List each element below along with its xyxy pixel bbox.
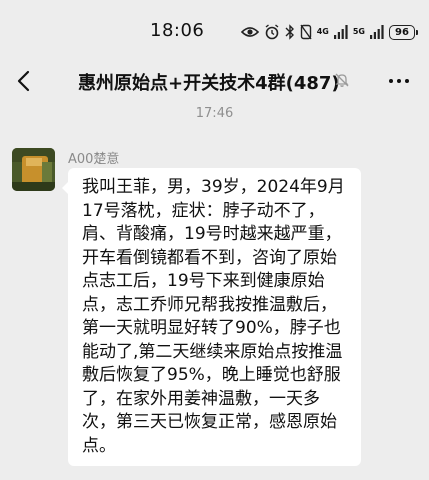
bluetooth-icon: [285, 24, 295, 40]
status-bar: 18:06 4G 5G 96: [0, 0, 429, 62]
silent-icon: [300, 24, 312, 40]
chat-title: 惠州原始点+开关技术4群(487): [78, 73, 340, 94]
eye-icon: [240, 25, 259, 39]
signal-icon: [333, 25, 348, 39]
avatar[interactable]: [12, 148, 55, 191]
status-icons: 4G 5G 96: [240, 20, 418, 44]
battery-level: 96: [395, 26, 409, 38]
back-arrow-icon[interactable]: [14, 69, 36, 93]
status-time: 18:06: [150, 20, 205, 41]
message-timestamp: 17:46: [195, 106, 234, 121]
signal-icon: [370, 25, 384, 39]
more-icon[interactable]: [387, 69, 411, 93]
network-label-2: 5G: [352, 27, 365, 36]
mute-bell-icon: [334, 72, 350, 92]
battery-icon: 96: [389, 24, 418, 40]
message-text: 我叫王菲，男，39岁，2024年9月17号落枕，症状：脖子动不了，肩、背酸痛，1…: [82, 177, 345, 456]
chat-header: 惠州原始点+开关技术4群(487): [0, 62, 429, 100]
alarm-icon: [264, 24, 280, 40]
sender-name: A00楚意: [68, 152, 120, 167]
message-bubble[interactable]: 我叫王菲，男，39岁，2024年9月17号落枕，症状：脖子动不了，肩、背酸痛，1…: [62, 168, 361, 466]
network-label-1: 4G: [316, 27, 329, 36]
